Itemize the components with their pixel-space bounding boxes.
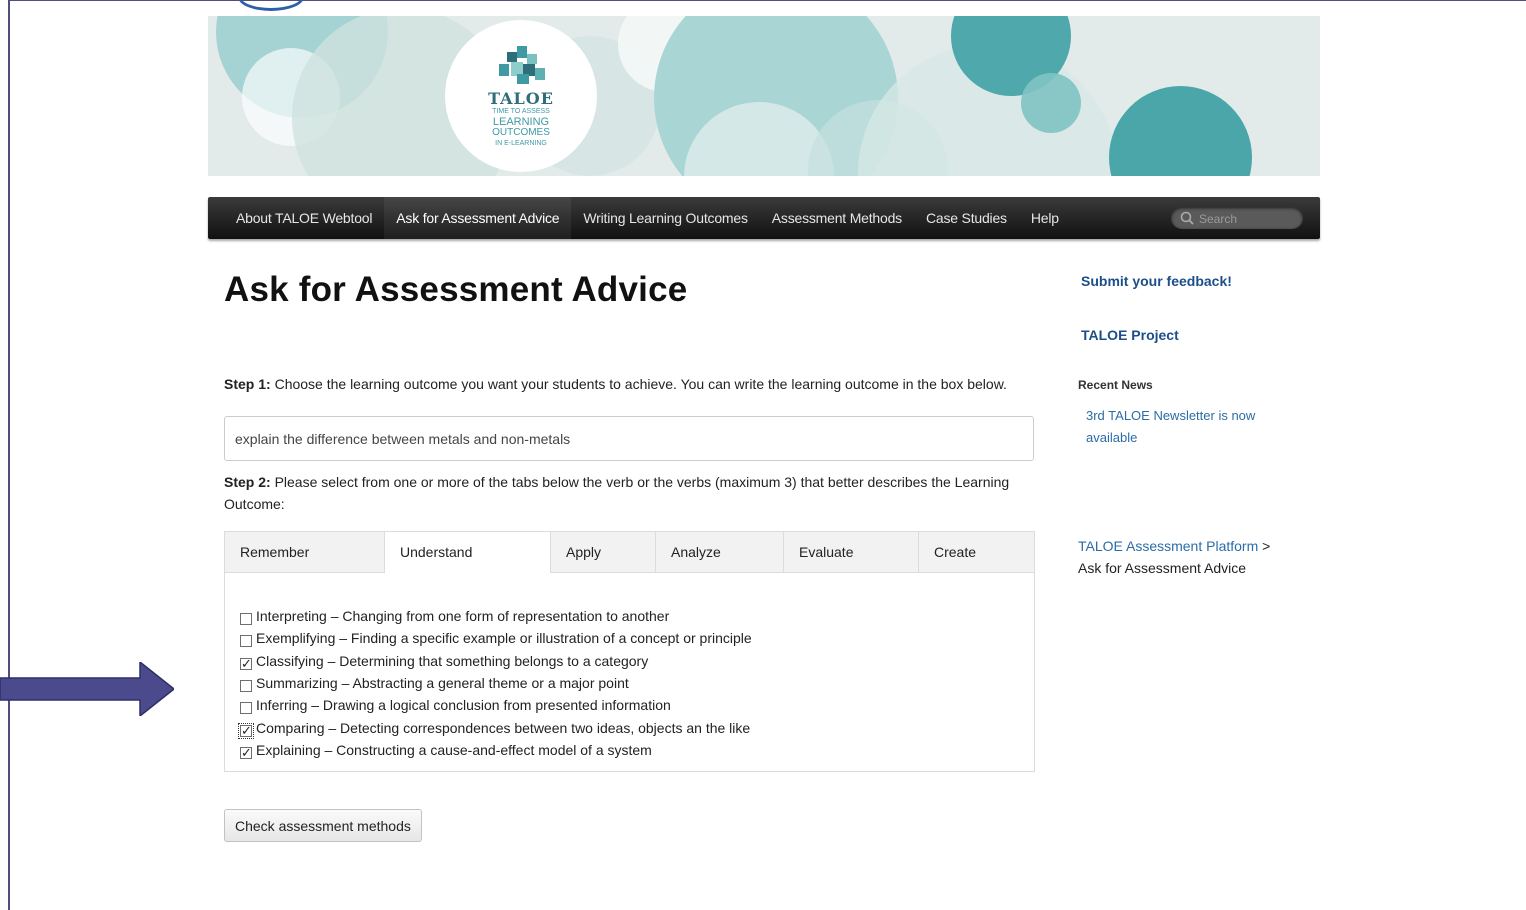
option-label: Comparing – Detecting correspondences be… bbox=[256, 720, 751, 736]
logo-subtitle-1: TIME TO ASSESS bbox=[492, 108, 550, 115]
cubes-icon bbox=[499, 46, 545, 84]
option-label: Summarizing – Abstracting a general them… bbox=[256, 675, 629, 691]
nav-item-help[interactable]: Help bbox=[1019, 197, 1071, 239]
nav-item-assessment-methods[interactable]: Assessment Methods bbox=[760, 197, 914, 239]
option-label: Classifying – Determining that something… bbox=[256, 653, 649, 669]
option-inferring[interactable]: Inferring – Drawing a logical conclusion… bbox=[240, 695, 671, 715]
tab-apply[interactable]: Apply bbox=[551, 532, 656, 572]
annotation-arrow-icon bbox=[0, 662, 174, 716]
checkbox-checked[interactable] bbox=[240, 744, 252, 764]
checkbox[interactable] bbox=[240, 702, 252, 714]
tab-remember[interactable]: Remember bbox=[225, 532, 385, 572]
tab-understand[interactable]: Understand bbox=[385, 532, 551, 573]
nav-item-case-studies[interactable]: Case Studies bbox=[914, 197, 1019, 239]
feedback-link[interactable]: Submit your feedback! bbox=[1081, 273, 1232, 289]
breadcrumb-current: Ask for Assessment Advice bbox=[1078, 560, 1247, 576]
checkbox[interactable] bbox=[240, 680, 252, 692]
tab-analyze[interactable]: Analyze bbox=[656, 532, 784, 572]
tab-create[interactable]: Create bbox=[919, 532, 1034, 572]
taloe-project-link[interactable]: TALOE Project bbox=[1081, 327, 1179, 343]
check-assessment-methods-button[interactable]: Check assessment methods bbox=[224, 809, 422, 842]
option-explaining[interactable]: Explaining – Constructing a cause-and-ef… bbox=[240, 740, 652, 764]
tab-evaluate[interactable]: Evaluate bbox=[784, 532, 919, 572]
option-exemplifying[interactable]: Exemplifying – Finding a specific exampl… bbox=[240, 628, 752, 648]
checkbox-checked[interactable] bbox=[240, 655, 252, 675]
verb-tabs-bar: Remember Understand Apply Analyze Evalua… bbox=[225, 532, 1034, 573]
option-comparing[interactable]: Comparing – Detecting correspondences be… bbox=[238, 718, 751, 742]
step-2-label: Step 2: bbox=[224, 474, 271, 490]
breadcrumb-home-link[interactable]: TALOE Assessment Platform bbox=[1078, 538, 1258, 554]
option-label: Inferring – Drawing a logical conclusion… bbox=[256, 697, 671, 713]
option-label: Interpreting – Changing from one form of… bbox=[256, 608, 670, 624]
option-classifying[interactable]: Classifying – Determining that something… bbox=[240, 651, 649, 675]
step-2-text: Please select from one or more of the ta… bbox=[224, 474, 1010, 512]
step-1-text: Choose the learning outcome you want you… bbox=[270, 376, 1007, 392]
option-summarizing[interactable]: Summarizing – Abstracting a general them… bbox=[240, 673, 629, 693]
logo-subtitle-4: IN E-LEARNING bbox=[495, 140, 547, 147]
header-banner: TALOE TIME TO ASSESS LEARNING OUTCOMES I… bbox=[208, 16, 1320, 176]
learning-outcome-input[interactable] bbox=[224, 416, 1034, 461]
option-label: Exemplifying – Finding a specific exampl… bbox=[256, 630, 752, 646]
news-item-link[interactable]: 3rd TALOE Newsletter is now available bbox=[1086, 405, 1286, 449]
nav-item-writing-outcomes[interactable]: Writing Learning Outcomes bbox=[571, 197, 759, 239]
step-1-label: Step 1: bbox=[224, 376, 271, 392]
checkbox-checked[interactable] bbox=[238, 722, 254, 742]
step-2-instructions: Step 2: Please select from one or more o… bbox=[224, 471, 1024, 515]
search-icon bbox=[1180, 211, 1194, 225]
recent-news-heading: Recent News bbox=[1078, 378, 1153, 392]
taloe-logo[interactable]: TALOE TIME TO ASSESS LEARNING OUTCOMES I… bbox=[445, 20, 597, 172]
search-box[interactable] bbox=[1171, 207, 1303, 229]
logo-title: TALOE bbox=[488, 89, 554, 108]
nav-item-about[interactable]: About TALOE Webtool bbox=[224, 197, 384, 239]
search-input[interactable] bbox=[1197, 209, 1297, 229]
step-1-instructions: Step 1: Choose the learning outcome you … bbox=[224, 373, 1024, 395]
main-navigation: About TALOE Webtool Ask for Assessment A… bbox=[208, 197, 1320, 239]
breadcrumb-separator: > bbox=[1258, 538, 1271, 554]
option-label: Explaining – Constructing a cause-and-ef… bbox=[256, 742, 652, 758]
checkbox[interactable] bbox=[240, 613, 252, 625]
checkbox[interactable] bbox=[240, 635, 252, 647]
nav-item-ask-advice[interactable]: Ask for Assessment Advice bbox=[384, 197, 572, 239]
page-title: Ask for Assessment Advice bbox=[224, 270, 688, 309]
breadcrumb: TALOE Assessment Platform > Ask for Asses… bbox=[1078, 535, 1308, 579]
option-interpreting[interactable]: Interpreting – Changing from one form of… bbox=[240, 606, 669, 626]
verb-tabs-panel: Remember Understand Apply Analyze Evalua… bbox=[224, 531, 1035, 772]
logo-subtitle-3: OUTCOMES bbox=[492, 127, 550, 138]
frame-marker bbox=[238, 0, 304, 11]
